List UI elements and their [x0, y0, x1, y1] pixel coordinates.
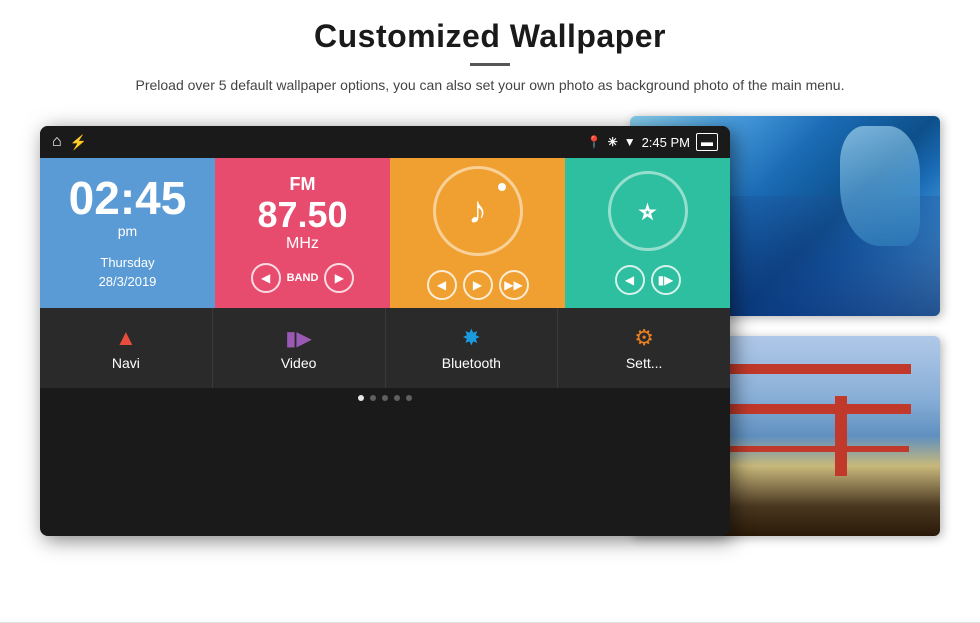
status-bar-left: ⌂ ⚡ — [52, 133, 87, 151]
radio-controls: ◀ BAND ▶ — [251, 263, 355, 293]
music-tile[interactable]: ♪ ◀ ▶ ▶▶ — [390, 158, 565, 308]
music-play-button[interactable]: ▶ — [463, 270, 493, 300]
page-dots — [40, 388, 730, 408]
status-bar: ⌂ ⚡ 📍 ✳ ▼ 2:45 PM ▬ — [40, 126, 730, 158]
music-dot — [498, 183, 506, 191]
wifi-icon: ▼ — [624, 135, 636, 149]
music-next-button[interactable]: ▶▶ — [499, 270, 529, 300]
time-display: 2:45 PM — [642, 135, 690, 150]
nav-item-navi[interactable]: ▲ Navi — [40, 308, 213, 388]
clock-time: 02:45 — [69, 175, 187, 221]
navi-label: Navi — [112, 355, 140, 371]
dot-4[interactable] — [394, 395, 400, 401]
dot-2[interactable] — [370, 395, 376, 401]
bluetooth-icon-circle: ⭒ — [608, 171, 688, 251]
location-icon: 📍 — [587, 135, 602, 149]
radio-next-button[interactable]: ▶ — [324, 263, 354, 293]
radio-prev-button[interactable]: ◀ — [251, 263, 281, 293]
radio-frequency: 87.50 — [257, 195, 347, 235]
radio-unit: MHz — [286, 235, 319, 253]
bridge-tower-right — [835, 396, 847, 476]
radio-tile: FM 87.50 MHz ◀ BAND ▶ — [215, 158, 390, 308]
bluetooth-status-icon: ✳ — [608, 135, 618, 149]
music-prev-button[interactable]: ◀ — [427, 270, 457, 300]
bluetooth-tile[interactable]: ⭒ ◀ ▮▶ — [565, 158, 730, 308]
battery-icon: ▬ — [696, 133, 718, 151]
tiles-row: 02:45 pm Thursday 28/3/2019 FM 87.50 MHz… — [40, 158, 730, 308]
clock-date: Thursday 28/3/2019 — [99, 253, 157, 292]
bluetooth-nav-label: Bluetooth — [442, 355, 501, 371]
radio-label: FM — [290, 174, 316, 195]
dot-5[interactable] — [406, 395, 412, 401]
status-bar-right: 📍 ✳ ▼ 2:45 PM ▬ — [587, 133, 718, 151]
bluetooth-symbol-icon: ⭒ — [637, 190, 658, 233]
music-controls: ◀ ▶ ▶▶ — [427, 270, 529, 300]
clock-tile: 02:45 pm Thursday 28/3/2019 — [40, 158, 215, 308]
page-description: Preload over 5 default wallpaper options… — [130, 74, 850, 96]
bt-controls: ◀ ▮▶ — [615, 265, 681, 295]
music-icon-circle: ♪ — [433, 166, 523, 256]
nav-item-settings[interactable]: ⚙ Sett... — [558, 308, 730, 388]
device-area: ⌂ ⚡ 📍 ✳ ▼ 2:45 PM ▬ 02:45 pm — [40, 116, 940, 546]
navi-icon: ▲ — [115, 325, 137, 351]
bt-next-button[interactable]: ▮▶ — [651, 265, 681, 295]
video-label: Video — [281, 355, 317, 371]
settings-icon: ⚙ — [634, 325, 654, 351]
car-head-unit: ⌂ ⚡ 📍 ✳ ▼ 2:45 PM ▬ 02:45 pm — [40, 126, 730, 536]
nav-item-video[interactable]: ▮▶ Video — [213, 308, 386, 388]
usb-icon: ⚡ — [70, 134, 87, 151]
page-header: Customized Wallpaper Preload over 5 defa… — [0, 0, 980, 106]
radio-band-label[interactable]: BAND — [287, 272, 319, 284]
nav-bluetooth-icon: ✸ — [462, 325, 480, 351]
nav-item-bluetooth[interactable]: ✸ Bluetooth — [386, 308, 559, 388]
video-icon: ▮▶ — [285, 326, 311, 351]
clock-ampm: pm — [118, 223, 137, 239]
title-divider — [470, 63, 510, 66]
nav-row: ▲ Navi ▮▶ Video ✸ Bluetooth ⚙ Sett... — [40, 308, 730, 388]
main-content: 02:45 pm Thursday 28/3/2019 FM 87.50 MHz… — [40, 158, 730, 408]
page-title: Customized Wallpaper — [80, 18, 900, 55]
clock-datenum: 28/3/2019 — [99, 274, 157, 289]
music-note-icon: ♪ — [468, 190, 487, 233]
clock-day: Thursday — [100, 255, 154, 270]
bt-prev-button[interactable]: ◀ — [615, 265, 645, 295]
dot-1[interactable] — [358, 395, 364, 401]
settings-label: Sett... — [626, 355, 663, 371]
dot-3[interactable] — [382, 395, 388, 401]
home-icon[interactable]: ⌂ — [52, 133, 62, 151]
